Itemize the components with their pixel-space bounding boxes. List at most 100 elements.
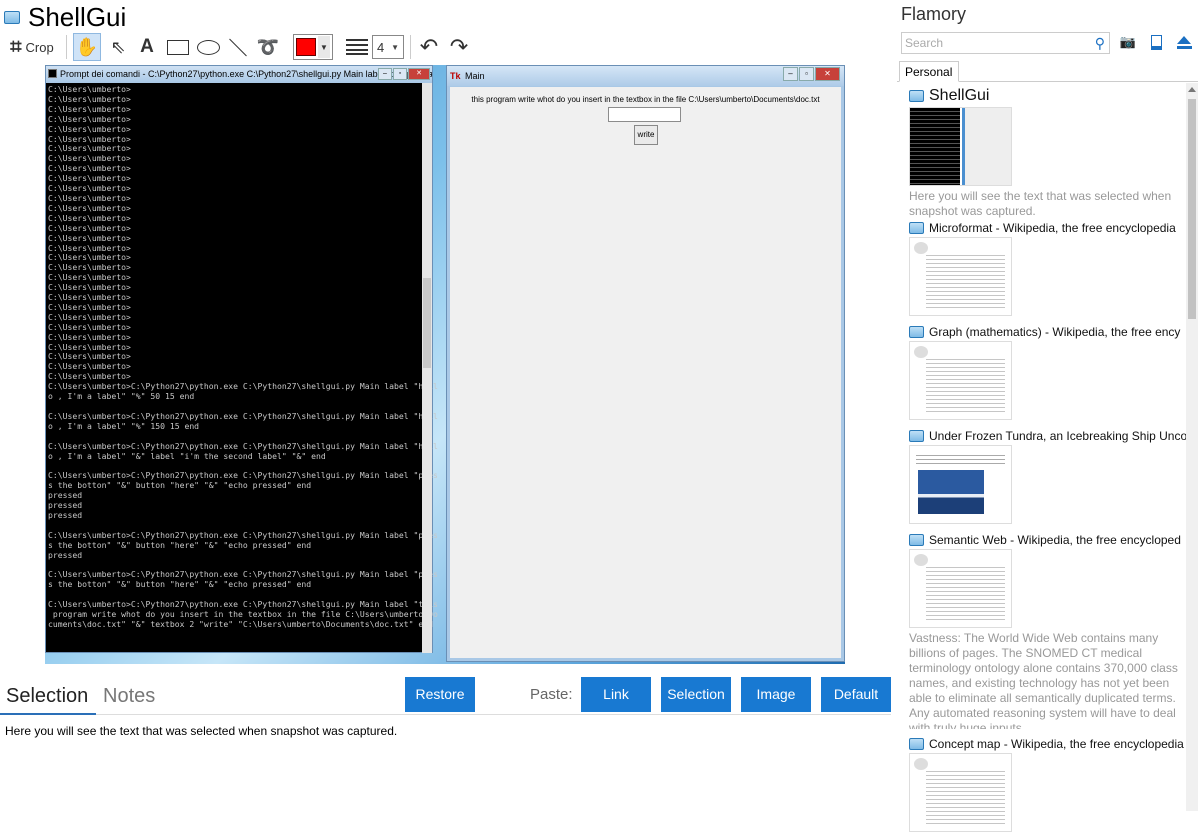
snapshot-entry[interactable]: Under Frozen Tundra, an Icebreaking Ship…	[909, 429, 1186, 524]
freehand-icon: ➰	[256, 36, 280, 57]
paste-label: Paste:	[530, 686, 573, 703]
flamory-page-icon	[909, 222, 924, 234]
entry-header: Under Frozen Tundra, an Icebreaking Ship…	[909, 429, 1186, 443]
tk-client-area: this program write whot do you insert in…	[450, 87, 841, 658]
entry-thumbnail[interactable]	[909, 107, 1012, 186]
tk-write-button: write	[634, 125, 658, 145]
entry-thumbnail[interactable]	[909, 237, 1012, 316]
console-window-controls: – ▫ ✕	[378, 68, 430, 80]
tk-feather-icon: Tk	[450, 71, 461, 81]
ellipse-icon	[196, 39, 220, 55]
console-title: Prompt dei comandi - C:\Python27\python.…	[60, 69, 432, 79]
entry-title: Under Frozen Tundra, an Icebreaking Ship…	[929, 429, 1186, 443]
console-icon	[48, 69, 57, 78]
scroll-up-icon[interactable]	[1188, 87, 1196, 92]
entry-header: Microformat - Wikipedia, the free encycl…	[909, 221, 1186, 235]
console-title-bar: Prompt dei comandi - C:\Python27\python.…	[46, 66, 432, 83]
chevron-down-icon: ▼	[318, 36, 330, 58]
entry-thumbnail[interactable]	[909, 753, 1012, 832]
tab-personal[interactable]: Personal	[899, 61, 959, 82]
paste-link-button[interactable]: Link	[581, 677, 651, 712]
maximize-icon: ▫	[393, 68, 407, 80]
console-output: C:\Users\umberto> C:\Users\umberto> C:\U…	[48, 84, 438, 629]
tk-textbox	[608, 107, 681, 122]
entry-thumbnail[interactable]	[909, 445, 1012, 524]
console-scrollbar	[422, 83, 432, 653]
hand-tool-button[interactable]: ✋	[73, 33, 101, 61]
line-width-icon	[346, 39, 368, 55]
snapshot-entry[interactable]: Concept map - Wikipedia, the free encycl…	[909, 737, 1186, 832]
app-title-bar: ShellGui	[4, 2, 126, 32]
entry-title: Graph (mathematics) - Wikipedia, the fre…	[929, 325, 1181, 339]
flamory-page-icon	[909, 90, 924, 102]
entry-thumbnail[interactable]	[909, 549, 1012, 628]
search-placeholder: Search	[905, 36, 944, 50]
color-picker[interactable]: ▼	[293, 34, 333, 60]
snapshot-entry[interactable]: Semantic Web - Wikipedia, the free encyc…	[909, 533, 1186, 729]
flamory-page-icon	[909, 738, 924, 750]
minimize-icon: –	[378, 68, 392, 80]
ellipse-tool-button[interactable]	[195, 33, 221, 61]
tk-title-bar: Tk Main – ▫ ✕	[447, 66, 844, 86]
undo-button[interactable]: ↶	[417, 33, 441, 61]
tk-label: this program write whot do you insert in…	[471, 95, 820, 104]
entry-header: Graph (mathematics) - Wikipedia, the fre…	[909, 325, 1186, 339]
close-icon: ✕	[408, 68, 430, 80]
flamory-page-icon	[909, 430, 924, 442]
select-tool-button[interactable]: ⇖	[106, 33, 130, 61]
entry-title: Semantic Web - Wikipedia, the free encyc…	[929, 533, 1181, 547]
sidebar-title: Flamory	[901, 4, 967, 24]
document-icon[interactable]	[1147, 34, 1165, 52]
chevron-down-icon: ▼	[391, 42, 399, 52]
search-input[interactable]: Search ⚲	[901, 32, 1110, 54]
console-window: Prompt dei comandi - C:\Python27\python.…	[45, 65, 438, 653]
entry-title: Microformat - Wikipedia, the free encycl…	[929, 221, 1176, 235]
entry-title: ShellGui	[929, 87, 990, 104]
entry-header: Concept map - Wikipedia, the free encycl…	[909, 737, 1186, 751]
page-title: ShellGui	[28, 2, 127, 32]
line-tool-button[interactable]	[226, 33, 250, 61]
line-width-icon-button[interactable]	[344, 33, 370, 61]
tk-window-controls: – ▫ ✕	[783, 67, 840, 81]
text-icon: A	[140, 36, 154, 57]
snapshot-entry[interactable]: ShellGui Here you will see the text that…	[909, 87, 1186, 219]
tab-selection[interactable]: Selection	[6, 680, 88, 715]
paste-selection-button[interactable]: Selection	[661, 677, 731, 712]
console-scroll-thumb	[423, 278, 431, 368]
sidebar-scrollbar[interactable]	[1186, 83, 1198, 811]
redo-button[interactable]: ↷	[447, 33, 471, 61]
search-icon[interactable]: ⚲	[1095, 33, 1105, 53]
tab-notes[interactable]: Notes	[103, 680, 155, 715]
close-icon: ✕	[815, 67, 840, 81]
color-swatch	[296, 38, 316, 56]
cursor-arrow-icon: ⇖	[110, 36, 126, 57]
flamory-page-icon	[909, 534, 924, 546]
snapshot-editor: ShellGui ⌗ Crop ✋ ⇖ A ➰ ▼ 4 ▼ ↶ ↷ Prompt…	[0, 0, 893, 811]
snapshot-image[interactable]: Prompt dei comandi - C:\Python27\python.…	[45, 65, 845, 664]
text-tool-button[interactable]: A	[136, 33, 158, 61]
paste-image-button[interactable]: Image	[741, 677, 811, 712]
snapshot-entry[interactable]: Microformat - Wikipedia, the free encycl…	[909, 221, 1186, 316]
camera-icon[interactable]: 📷	[1119, 34, 1137, 52]
tk-window: Tk Main – ▫ ✕ this program write whot do y…	[446, 65, 845, 662]
selection-text[interactable]: Here you will see the text that was sele…	[5, 724, 397, 738]
snapshot-entry[interactable]: Graph (mathematics) - Wikipedia, the fre…	[909, 325, 1186, 420]
redo-icon: ↷	[449, 34, 469, 59]
paste-default-button[interactable]: Default	[821, 677, 891, 712]
flamory-page-icon	[4, 10, 20, 24]
rectangle-tool-button[interactable]	[165, 33, 191, 61]
restore-button[interactable]: Restore	[405, 677, 475, 712]
entry-thumbnail[interactable]	[909, 341, 1012, 420]
line-width-select[interactable]: 4 ▼	[372, 35, 404, 59]
crop-button[interactable]: ⌗ Crop	[6, 33, 58, 61]
toolbar-divider	[410, 35, 411, 59]
crop-label: Crop	[25, 39, 54, 55]
freehand-tool-button[interactable]: ➰	[256, 33, 280, 61]
eject-icon[interactable]	[1175, 34, 1193, 52]
toolbar-divider	[66, 35, 67, 59]
scroll-thumb[interactable]	[1188, 99, 1196, 319]
line-icon	[229, 38, 247, 56]
entry-description: Vastness: The World Wide Web contains ma…	[909, 631, 1178, 729]
maximize-icon: ▫	[799, 67, 814, 81]
entry-description: Here you will see the text that was sele…	[909, 189, 1172, 218]
